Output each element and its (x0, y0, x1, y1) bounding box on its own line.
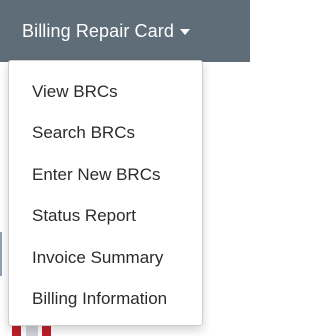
menu-item-search-brcs[interactable]: Search BRCs (9, 116, 202, 150)
menu-item-status-report[interactable]: Status Report (9, 199, 202, 233)
top-nav-bar: Billing Repair Card (0, 0, 250, 62)
menu-item-billing-information[interactable]: Billing Information (9, 282, 202, 316)
background-page-edge (0, 232, 2, 276)
background-gray-marker (26, 326, 38, 336)
billing-repair-card-dropdown-menu: View BRCs Search BRCs Enter New BRCs Sta… (8, 60, 203, 326)
caret-down-icon (179, 29, 190, 35)
billing-repair-card-dropdown-toggle[interactable]: Billing Repair Card (22, 0, 248, 62)
dropdown-toggle-label: Billing Repair Card (22, 20, 174, 41)
menu-item-enter-new-brcs[interactable]: Enter New BRCs (9, 158, 202, 192)
menu-item-view-brcs[interactable]: View BRCs (9, 75, 202, 109)
menu-item-invoice-summary[interactable]: Invoice Summary (9, 241, 202, 275)
